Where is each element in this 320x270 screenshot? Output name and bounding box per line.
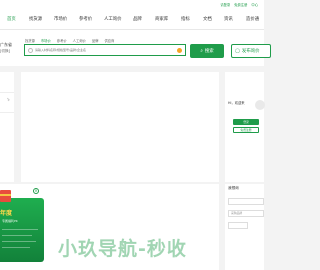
search-input[interactable] [35,46,175,54]
chevron-right-icon[interactable] [6,97,10,102]
divider [0,92,14,93]
main-content-panel [21,72,219,182]
nav-item-home[interactable]: 首页 [7,16,16,22]
nav-item-manual-inquiry[interactable]: 人工询价 [104,16,122,22]
search-area: 广东省 [切换] 找货源 市场价 参考价 人工询价 品牌 供应商 ⌕ 搜索 ◯ … [0,30,271,66]
region-switch[interactable]: [切换] [0,48,12,54]
search-tab-market-price[interactable]: 市场价 [41,38,51,43]
category-sidebar [0,72,14,182]
promo-slogan: 专属福利PK [2,219,18,223]
post-inquiry-label: 发布询价 [241,49,260,54]
search-button-icon: ⌕ [200,49,203,54]
page: 请登录 免费注册 中心 首页 找货源 市场价 参考价 人工询价 品牌 商家库 指… [0,0,271,270]
login-button[interactable]: 登录 [233,119,259,125]
post-inquiry-button[interactable]: ◯ 发布询价 [231,44,271,58]
main-nav: 首页 找货源 市场价 参考价 人工询价 品牌 商家库 指标 文档 资讯 造价通 [0,9,264,30]
inquiry-field-brand[interactable]: 采购品牌 [228,210,264,217]
nav-item-brand[interactable]: 品牌 [133,16,142,22]
search-box [24,44,186,56]
search-tab-manual-inquiry[interactable]: 人工询价 [73,38,86,43]
watermark: 小玖导航-秒收 [58,238,187,260]
search-tab-reference-price[interactable]: 参考价 [57,38,67,43]
avatar [255,100,265,110]
search-tabs: 找货源 市场价 参考价 人工询价 品牌 供应商 [25,38,114,43]
nav-item-documents[interactable]: 文档 [203,16,212,22]
camera-icon[interactable] [177,48,182,53]
promo-line [2,247,30,248]
top-links: 请登录 免费注册 中心 [220,2,258,7]
top-bar: 请登录 免费注册 中心 [0,0,264,9]
gift-icon [0,190,11,202]
search-button[interactable]: ⌕ 搜索 [190,44,224,58]
nav-item-supplier-library[interactable]: 商家库 [155,16,168,22]
promo-year: 年度 [0,210,13,217]
search-tab-brand[interactable]: 品牌 [92,38,99,43]
nav-item-reference-price[interactable]: 参考价 [79,16,92,22]
promo-line [2,241,36,242]
center-link[interactable]: 中心 [251,2,258,7]
register-link[interactable]: 免费注册 [234,2,247,7]
search-tab-goods[interactable]: 找货源 [25,38,35,43]
promo-line [2,229,38,230]
register-button[interactable]: 免费注册 [233,127,259,133]
welcome-text: Hi，欢迎来 [228,101,245,105]
nav-item-find-goods[interactable]: 找货源 [29,16,42,22]
close-icon[interactable]: × [33,188,39,194]
chat-icon: ◯ [235,48,240,54]
search-tab-supplier[interactable]: 供应商 [104,38,114,43]
nav-item-news[interactable]: 资讯 [224,16,233,22]
inquiry-field-quantity[interactable] [228,222,248,229]
search-button-label: 搜索 [204,49,214,54]
inquiry-form-title: 我想询 [228,186,239,190]
login-card: Hi，欢迎来 登录 免费注册 [225,72,265,182]
login-link[interactable]: 请登录 [220,2,230,7]
nav-item-cost[interactable]: 造价通 [246,16,259,22]
nav-item-market-price[interactable]: 市场价 [54,16,67,22]
nav-item-index[interactable]: 指标 [181,16,190,22]
promo-banner[interactable]: 年度 专属福利PK [0,198,44,262]
region-selector[interactable]: 广东省 [切换] [0,42,12,54]
divider [0,112,14,113]
inquiry-field-material[interactable] [228,198,264,205]
promo-line [2,235,32,236]
inquiry-form: 我想询 采购品牌 [225,184,264,270]
search-icon [28,47,33,53]
